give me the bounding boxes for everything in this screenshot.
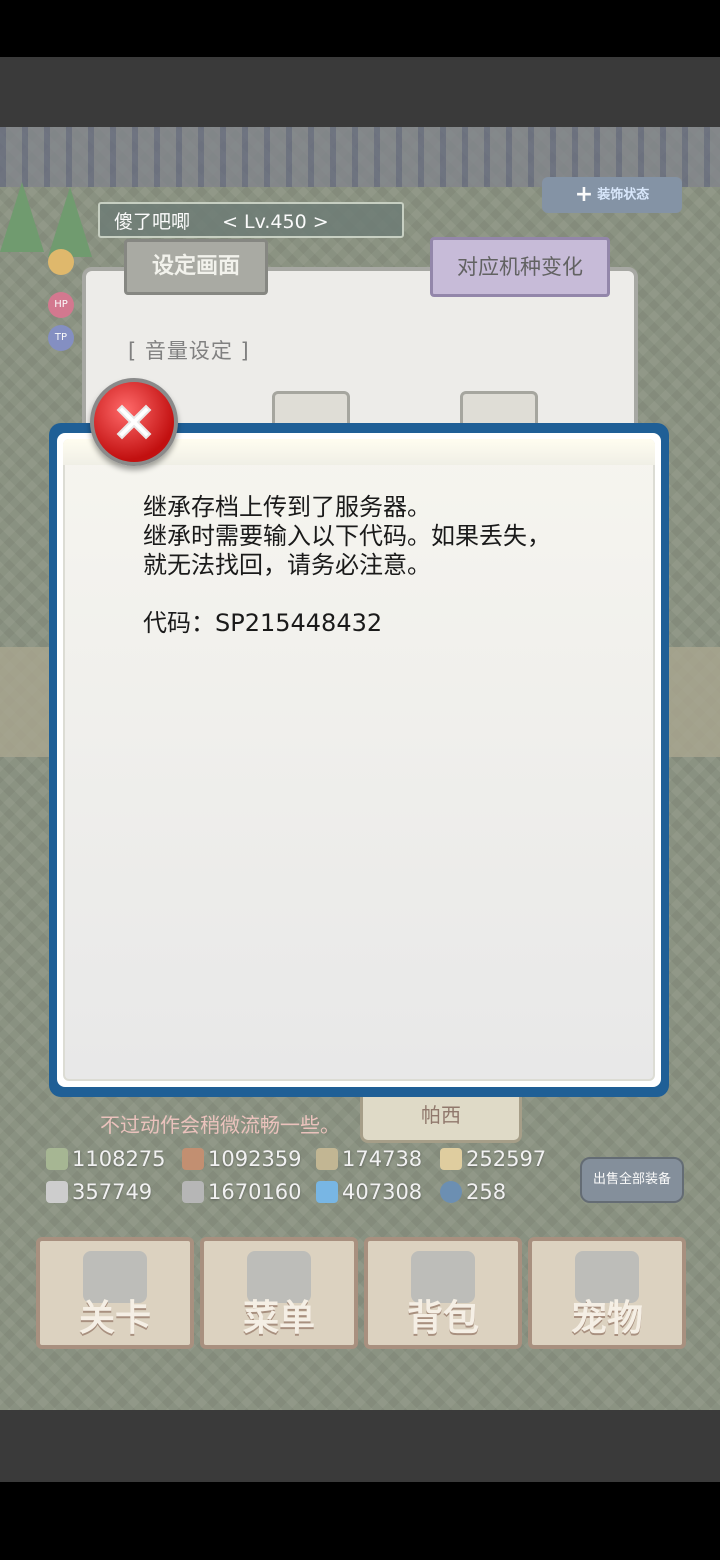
dialog-line-2: 继承时需要输入以下代码。如果丢失， [143, 522, 551, 550]
dialog-line-3: 就无法找回，请务必注意。 [143, 551, 431, 579]
top-letterbox [0, 57, 720, 127]
status-bar [0, 0, 720, 57]
navigation-bar [0, 1482, 720, 1560]
dialog-line-1: 继承存档上传到了服务器。 [143, 493, 431, 521]
close-dialog-button[interactable] [90, 378, 178, 466]
close-icon [116, 404, 152, 440]
dialog-message: 继承存档上传到了服务器。 继承时需要输入以下代码。如果丢失， 就无法找回，请务必… [143, 493, 613, 638]
transfer-code-dialog: 继承存档上传到了服务器。 继承时需要输入以下代码。如果丢失， 就无法找回，请务必… [49, 423, 669, 1097]
transfer-code: 代码：SP215448432 [143, 609, 383, 637]
dialog-border: 继承存档上传到了服务器。 继承时需要输入以下代码。如果丢失， 就无法找回，请务必… [57, 433, 661, 1087]
bottom-letterbox [0, 1410, 720, 1482]
